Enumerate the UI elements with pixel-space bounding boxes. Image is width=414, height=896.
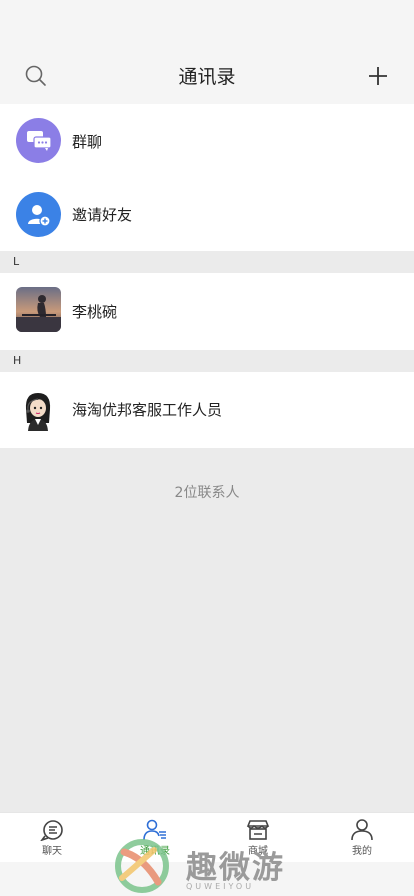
tab-profile[interactable]: 我的 bbox=[332, 819, 392, 857]
contact-count: 2位联系人 bbox=[174, 485, 240, 501]
chat-icon bbox=[40, 820, 63, 841]
group-chat-icon bbox=[26, 130, 52, 151]
plus-icon bbox=[369, 67, 387, 85]
add-contact-button[interactable] bbox=[366, 64, 390, 88]
contact-row[interactable]: 海淘优邦客服工作人员 bbox=[0, 372, 414, 448]
tab-chat-label: 聊天 bbox=[42, 846, 62, 857]
top-nav-bar: 通讯录 bbox=[0, 0, 414, 104]
invite-friend-avatar bbox=[16, 192, 61, 237]
group-chat-row[interactable]: 群聊 bbox=[0, 104, 414, 178]
watermark-subtext: QUWEIYOU bbox=[186, 882, 255, 891]
contact-row[interactable]: 李桃碗 bbox=[0, 273, 414, 350]
cartoon-support-agent-avatar bbox=[16, 387, 61, 432]
group-chat-label: 群聊 bbox=[72, 133, 103, 151]
sunset-portrait-avatar bbox=[16, 287, 61, 332]
avatar bbox=[16, 387, 61, 432]
group-chat-avatar bbox=[16, 118, 61, 163]
section-header-h: H bbox=[0, 350, 414, 372]
page-title: 通讯录 bbox=[178, 66, 236, 88]
profile-icon bbox=[351, 819, 373, 841]
tab-profile-label: 我的 bbox=[352, 846, 372, 857]
watermark-text: 趣微游 bbox=[186, 850, 285, 886]
section-header-l: L bbox=[0, 251, 414, 273]
invite-friend-row[interactable]: 邀请好友 bbox=[0, 178, 414, 251]
invite-friend-label: 邀请好友 bbox=[72, 206, 133, 224]
tab-chat[interactable]: 聊天 bbox=[22, 819, 82, 857]
contact-name: 海淘优邦客服工作人员 bbox=[72, 401, 223, 419]
watermark-logo: 趣微游 QUWEIYOU bbox=[114, 838, 314, 896]
add-friend-icon bbox=[27, 204, 51, 227]
avatar bbox=[16, 287, 61, 332]
contact-name: 李桃碗 bbox=[72, 303, 118, 321]
watermark-logo-icon bbox=[115, 839, 169, 893]
